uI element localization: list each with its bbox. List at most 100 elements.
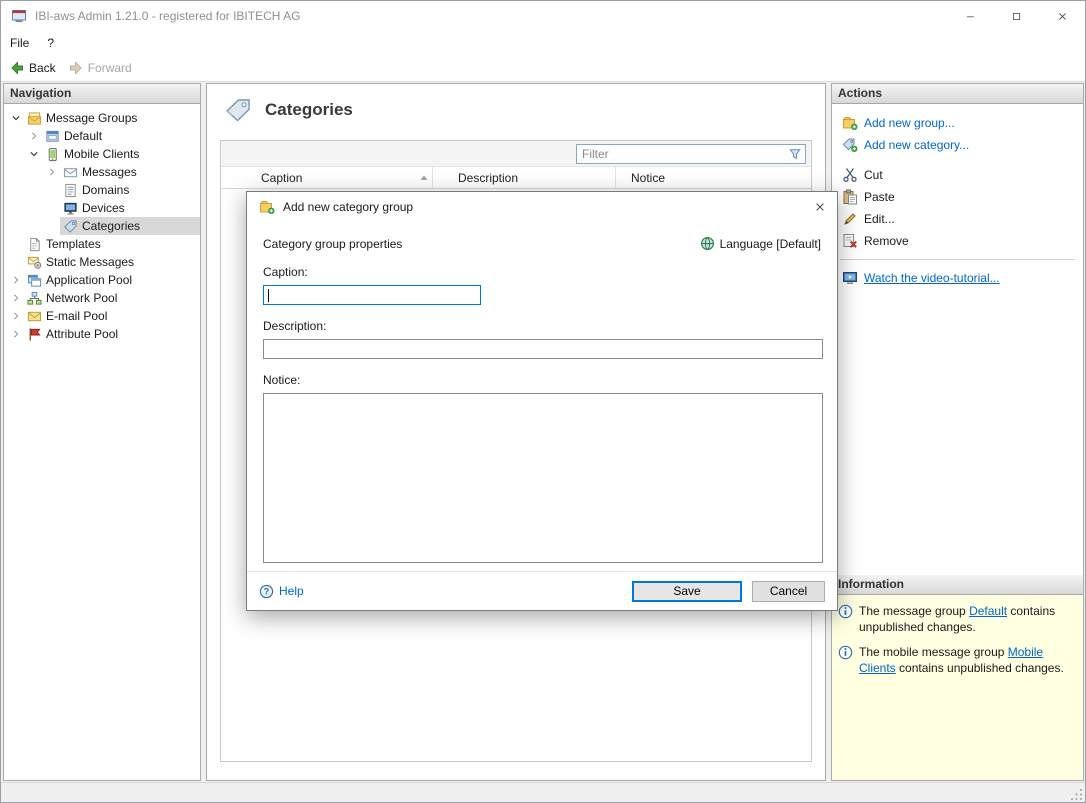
menu-file[interactable]: File [1, 31, 38, 55]
information-header: Information [832, 575, 1083, 595]
menu-help[interactable]: ? [38, 31, 63, 55]
caption-input[interactable] [263, 285, 481, 305]
language-label: Language [Default] [720, 237, 821, 251]
forward-button[interactable]: Forward [68, 60, 132, 76]
paste-icon [842, 189, 858, 205]
chevron-right-icon[interactable] [26, 128, 42, 144]
back-arrow-icon [9, 60, 25, 76]
chevron-right-icon[interactable] [8, 308, 24, 324]
table-header: Caption Description Notice [221, 167, 811, 189]
tree-item-network-pool[interactable]: Network Pool [4, 289, 200, 307]
categories-icon [63, 219, 78, 234]
action-edit[interactable]: Edit... [832, 208, 1083, 230]
forward-arrow-icon [68, 60, 84, 76]
chevron-spacer [44, 218, 60, 234]
maximize-icon [1011, 11, 1022, 22]
chevron-down-icon[interactable] [26, 146, 42, 162]
action-label: Add new category... [864, 138, 969, 152]
action-cut[interactable]: Cut [832, 164, 1083, 186]
tree-item-domains[interactable]: Domains [4, 181, 200, 199]
tree-item-default[interactable]: Default [4, 127, 200, 145]
info-link-default[interactable]: Default [969, 604, 1007, 618]
info-link-mobile-clients[interactable]: Mobile Clients [859, 645, 1043, 675]
dialog-section-label: Category group properties [263, 237, 402, 251]
close-button[interactable] [1039, 1, 1085, 31]
tree-node: Messages [60, 163, 200, 181]
default-group-icon [45, 129, 60, 144]
video-icon [842, 270, 858, 286]
action-paste[interactable]: Paste [832, 186, 1083, 208]
globe-icon [700, 236, 715, 251]
tree-item-label: Application Pool [46, 273, 132, 287]
tree-item-message-groups[interactable]: Message Groups [4, 109, 200, 127]
resize-grip-icon[interactable] [1070, 788, 1083, 801]
tree-item-label: Messages [82, 165, 137, 179]
network-pool-icon [27, 291, 42, 306]
minimize-button[interactable] [947, 1, 993, 31]
dialog-titlebar[interactable]: Add new category group [247, 192, 837, 222]
description-label: Description: [263, 319, 821, 334]
tree-item-messages[interactable]: Messages [4, 163, 200, 181]
action-add-new-group[interactable]: Add new group... [832, 112, 1083, 134]
chevron-right-icon[interactable] [8, 290, 24, 306]
action-add-new-category[interactable]: Add new category... [832, 134, 1083, 156]
tree-item-categories[interactable]: Categories [4, 217, 200, 235]
tree-item-application-pool[interactable]: Application Pool [4, 271, 200, 289]
dialog-title: Add new category group [283, 200, 413, 214]
chevron-right-icon[interactable] [8, 326, 24, 342]
info-icon [838, 645, 853, 660]
add-category-group-icon [259, 199, 275, 215]
email-pool-icon [27, 309, 42, 324]
tree-item-static-messages[interactable]: Static Messages [4, 253, 200, 271]
action-label: Watch the video-tutorial... [864, 271, 1000, 285]
action-label: Cut [864, 168, 883, 182]
tree-item-e-mail-pool[interactable]: E-mail Pool [4, 307, 200, 325]
action-watch-the-video-tutorial[interactable]: Watch the video-tutorial... [832, 267, 1083, 289]
column-header-caption[interactable]: Caption [221, 167, 433, 188]
maximize-button[interactable] [993, 1, 1039, 31]
app-logo-icon [11, 8, 27, 24]
actions-list: Add new group... Add new category... Cut Pa… [832, 104, 1083, 289]
tree-item-attribute-pool[interactable]: Attribute Pool [4, 325, 200, 343]
language-selector[interactable]: Language [Default] [700, 236, 821, 251]
save-button[interactable]: Save [632, 581, 742, 602]
add-group-icon [842, 115, 858, 131]
caption-label: Caption: [263, 265, 821, 280]
description-input[interactable] [263, 339, 823, 359]
back-button[interactable]: Back [9, 60, 56, 76]
cancel-button[interactable]: Cancel [752, 581, 825, 602]
domains-icon [63, 183, 78, 198]
tree-item-label: Default [64, 129, 102, 143]
filter-input[interactable] [576, 144, 806, 164]
action-remove[interactable]: Remove [832, 230, 1083, 252]
dialog-close-button[interactable] [803, 192, 837, 222]
tree-item-devices[interactable]: Devices [4, 199, 200, 217]
notice-label: Notice: [263, 373, 821, 388]
actions-header: Actions [832, 84, 1083, 104]
tree-item-label: Static Messages [46, 255, 134, 269]
info-text: The message group Default contains unpub… [859, 603, 1077, 635]
chevron-right-icon[interactable] [8, 272, 24, 288]
tree-item-templates[interactable]: Templates [4, 235, 200, 253]
chevron-down-icon[interactable] [8, 110, 24, 126]
tree-node: E-mail Pool [24, 307, 200, 325]
column-header-description[interactable]: Description [433, 167, 616, 188]
sort-ascending-icon [418, 172, 430, 184]
minimize-icon [965, 11, 976, 22]
chevron-right-icon[interactable] [44, 164, 60, 180]
close-icon [1057, 11, 1068, 22]
help-label: Help [279, 584, 304, 598]
tree-node: Message Groups [24, 109, 200, 127]
navigation-header: Navigation [4, 84, 200, 104]
column-header-notice[interactable]: Notice [616, 167, 811, 188]
attribute-pool-icon [27, 327, 42, 342]
page-title: Categories [265, 100, 353, 120]
message-groups-icon [27, 111, 42, 126]
navigation-panel: Navigation Message Groups Default Mobile C… [3, 83, 201, 781]
info-item: The message group Default contains unpub… [838, 603, 1077, 635]
help-link[interactable]: ? Help [259, 584, 304, 599]
tree-item-mobile-clients[interactable]: Mobile Clients [4, 145, 200, 163]
notice-input[interactable] [263, 393, 823, 563]
mobile-clients-icon [45, 147, 60, 162]
info-icon [838, 604, 853, 619]
